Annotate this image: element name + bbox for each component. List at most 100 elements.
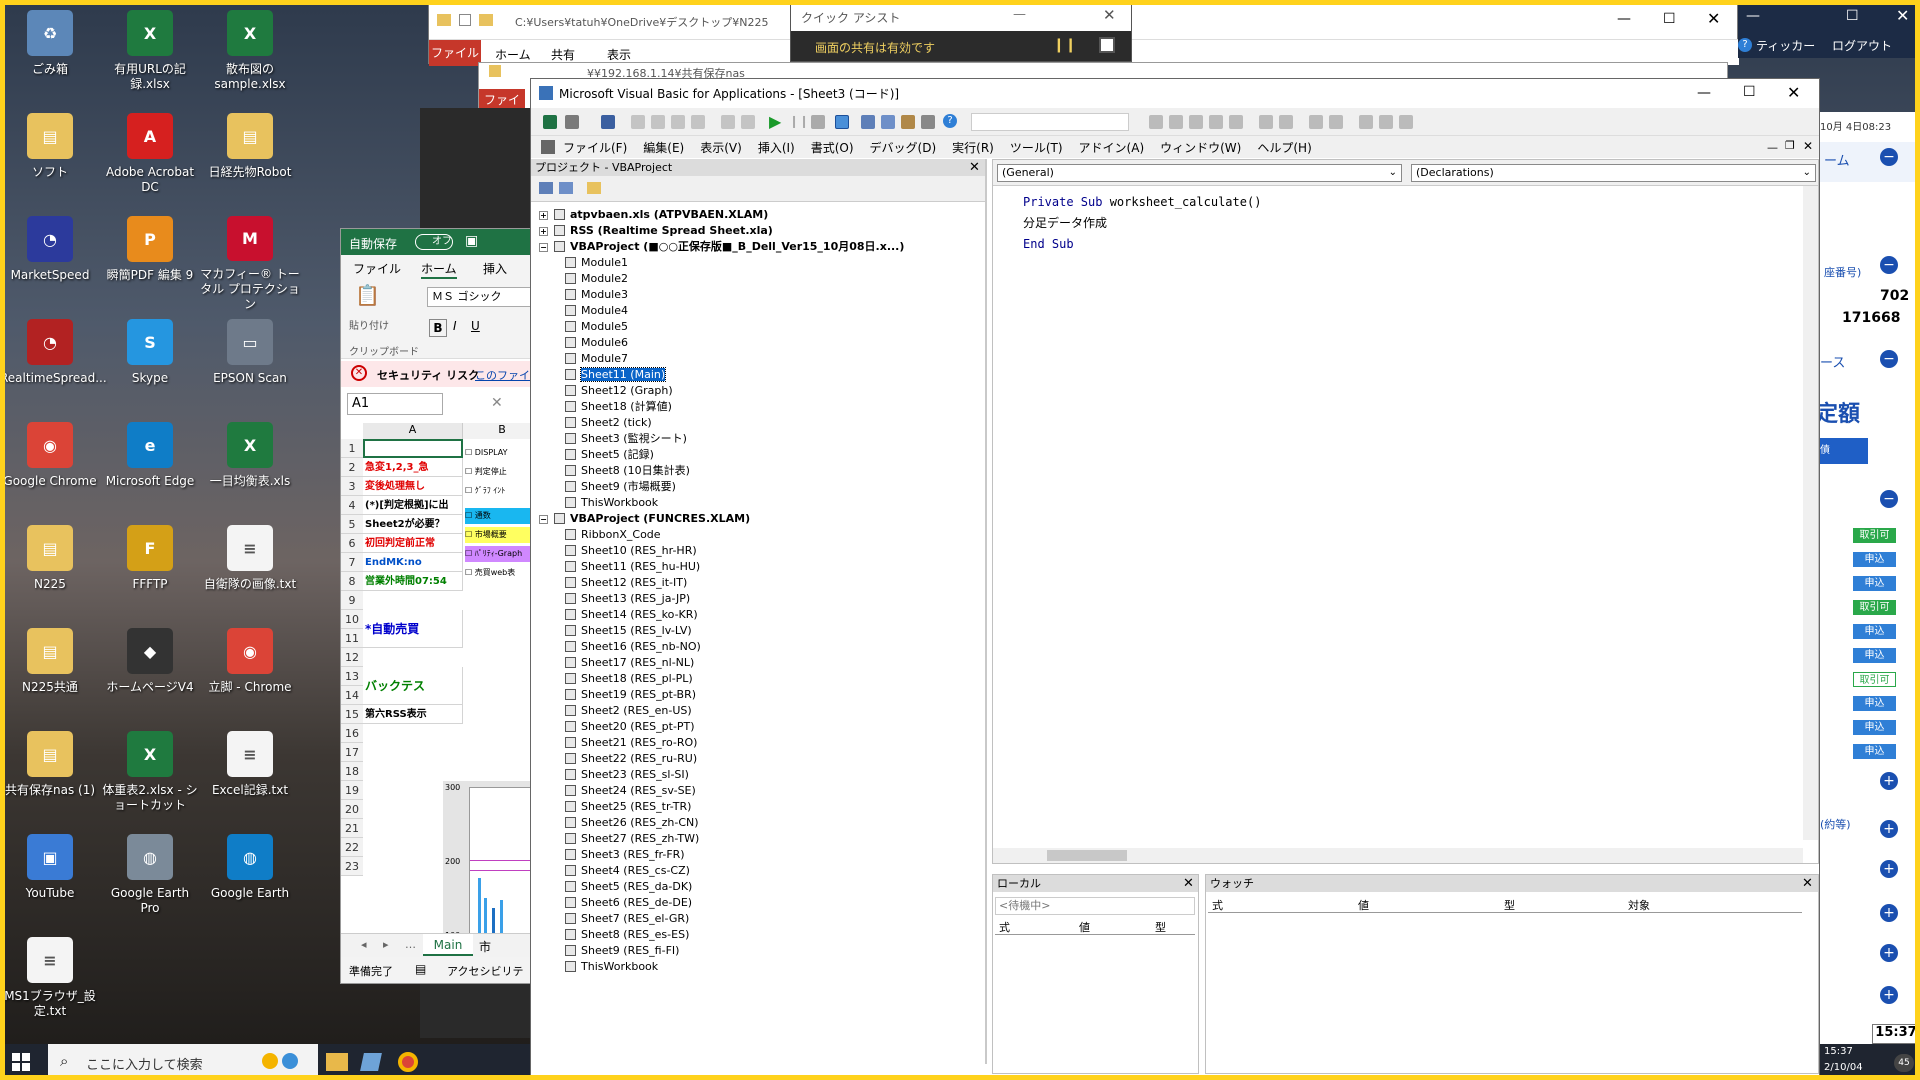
view-object-icon[interactable] [559, 182, 573, 194]
find-icon[interactable] [691, 115, 705, 129]
project-tree-item[interactable]: Sheet5 (RES_da-DK) [565, 879, 692, 895]
desktop-shortcut[interactable]: ◆ ホームページV4 [102, 624, 198, 724]
row-header[interactable]: 3 [341, 477, 363, 496]
project-tree-item[interactable]: − VBAProject (FUNCRES.XLAM) [539, 511, 750, 527]
bold-button[interactable]: B [429, 319, 447, 337]
row-header[interactable]: 14 [341, 686, 363, 705]
tray-clock[interactable]: 15:37 [1824, 1046, 1853, 1057]
project-tree-item[interactable]: Sheet6 (RES_de-DE) [565, 895, 692, 911]
order-badge[interactable]: 申込 [1853, 696, 1896, 711]
excel-cell[interactable]: バックテス [363, 667, 463, 705]
desktop-shortcut[interactable]: ▣ YouTube [2, 830, 98, 930]
sheet-tab-main[interactable]: Main [423, 934, 473, 956]
procedure-combo[interactable]: (Declarations) ⌄ [1411, 164, 1816, 182]
name-box[interactable]: A1 [347, 393, 443, 415]
row-header[interactable]: 2 [341, 458, 363, 477]
checkbox-icon[interactable] [459, 14, 471, 26]
save-icon[interactable] [601, 115, 615, 129]
scrollbar-thumb[interactable] [1047, 850, 1127, 861]
column-header-a[interactable]: A [363, 423, 463, 439]
clipboard-icon[interactable] [1099, 37, 1115, 53]
collapse-icon[interactable]: − [1880, 490, 1898, 508]
close-panel-button[interactable]: ✕ [969, 159, 980, 176]
project-tree-item[interactable]: Sheet9 (市場概要) [565, 479, 676, 495]
close-button[interactable]: ✕ [1787, 83, 1800, 102]
project-tree-item[interactable]: Sheet17 (RES_nl-NL) [565, 655, 694, 671]
project-tree-item[interactable]: Sheet3 (監視シート) [565, 431, 687, 447]
order-badge[interactable]: 取引可 [1853, 600, 1896, 615]
toggle-folders-icon[interactable] [587, 182, 601, 194]
row-header[interactable]: 18 [341, 762, 363, 781]
desktop-shortcut[interactable]: ▭ EPSON Scan [202, 315, 298, 415]
minimize-button[interactable]: — [1013, 7, 1026, 22]
reset-icon[interactable] [811, 115, 825, 129]
row-header[interactable]: 20 [341, 800, 363, 819]
project-explorer-icon[interactable] [861, 115, 875, 129]
more-sheets-icon[interactable]: … [405, 938, 416, 951]
project-tree-item[interactable]: RibbonX_Code [565, 527, 661, 543]
project-tree-item[interactable]: Sheet3 (RES_fr-FR) [565, 847, 685, 863]
bookmark-icon[interactable] [1259, 115, 1273, 129]
project-tree-item[interactable]: Sheet10 (RES_hr-HR) [565, 543, 697, 559]
project-tree-item[interactable]: Sheet15 (RES_lv-LV) [565, 623, 692, 639]
minimize-button[interactable]: — [1617, 11, 1631, 27]
desktop-shortcut[interactable]: ▤ N225 [2, 521, 98, 621]
cancel-formula-icon[interactable]: ✕ [491, 395, 503, 411]
order-badge[interactable]: 申込 [1853, 648, 1896, 663]
project-tree-item[interactable]: ThisWorkbook [565, 495, 658, 511]
project-tree-item[interactable]: Sheet7 (RES_el-GR) [565, 911, 689, 927]
project-tree-item[interactable]: Module3 [565, 287, 628, 303]
row-header[interactable]: 22 [341, 838, 363, 857]
font-name-input[interactable]: ＭＳ ゴシック [427, 287, 537, 307]
object-browser-icon[interactable] [901, 115, 915, 129]
order-badge[interactable]: 申込 [1853, 576, 1896, 591]
desktop-shortcut[interactable]: ◍ Google Earth Pro [102, 830, 198, 930]
project-tree-item[interactable]: Sheet14 (RES_ko-KR) [565, 607, 698, 623]
row-header[interactable]: 11 [341, 629, 363, 648]
project-tree-item[interactable]: Sheet11 (RES_hu-HU) [565, 559, 700, 575]
paste-icon[interactable]: 📋 [355, 283, 380, 307]
view-code-icon[interactable] [539, 182, 553, 194]
code-vertical-scrollbar[interactable] [1803, 186, 1818, 840]
column-header[interactable]: 値 [1358, 897, 1369, 913]
prev-sheet-icon[interactable]: ◂ [361, 938, 367, 951]
pause-sharing-button[interactable]: ❙❙ [1053, 37, 1076, 53]
excel-tab-file[interactable]: ファイル [353, 260, 401, 277]
indent-icon[interactable] [1149, 115, 1163, 129]
project-tree-item[interactable]: Sheet26 (RES_zh-CN) [565, 815, 699, 831]
save-icon[interactable]: ▣ [465, 233, 478, 249]
project-tree-item[interactable]: Sheet12 (Graph) [565, 383, 673, 399]
file-explorer-taskbar-icon[interactable] [326, 1053, 348, 1071]
help-icon[interactable]: ? [1738, 38, 1752, 52]
panel-button[interactable]: 債 [1820, 438, 1868, 464]
project-tree-item[interactable]: Module7 [565, 351, 628, 367]
uncomment-block-icon[interactable] [1229, 115, 1243, 129]
row-header[interactable]: 10 [341, 610, 363, 629]
paste-label[interactable]: 貼り付け [349, 317, 389, 332]
column-header[interactable]: 型 [1504, 897, 1515, 913]
column-header[interactable]: 型 [1155, 919, 1166, 935]
collapse-icon[interactable]: − [1880, 148, 1898, 166]
collapse-icon[interactable]: − [539, 515, 548, 524]
row-header[interactable]: 6 [341, 534, 363, 553]
collapse-icon[interactable]: − [1880, 350, 1898, 368]
help-icon[interactable]: ? [943, 114, 957, 128]
tray-date[interactable]: 2/10/04 [1824, 1062, 1863, 1073]
desktop-shortcut[interactable]: ≡ MS1ブラウザ_設定.txt [2, 933, 98, 1033]
windows-start-icon[interactable] [12, 1053, 30, 1071]
order-badge[interactable]: 取引可 [1853, 528, 1896, 543]
collapse-icon[interactable]: − [1880, 256, 1898, 274]
desktop-shortcut[interactable]: ◍ Google Earth [202, 830, 298, 930]
menu-item[interactable]: 編集(E) [635, 139, 692, 156]
run-icon[interactable]: ▶ [769, 112, 781, 131]
expand-icon[interactable]: + [539, 227, 548, 236]
logout-link[interactable]: ログアウト [1832, 37, 1892, 54]
row-header[interactable]: 4 [341, 496, 363, 515]
row-header[interactable]: 9 [341, 591, 363, 610]
row-header[interactable]: 8 [341, 572, 363, 591]
tab-file[interactable]: ファイル [429, 40, 481, 66]
underline-button[interactable]: U [471, 319, 480, 333]
sheet-tab-market[interactable]: 市 [479, 938, 491, 955]
project-tree-item[interactable]: Sheet4 (RES_cs-CZ) [565, 863, 690, 879]
chrome-taskbar-icon[interactable] [398, 1052, 418, 1072]
